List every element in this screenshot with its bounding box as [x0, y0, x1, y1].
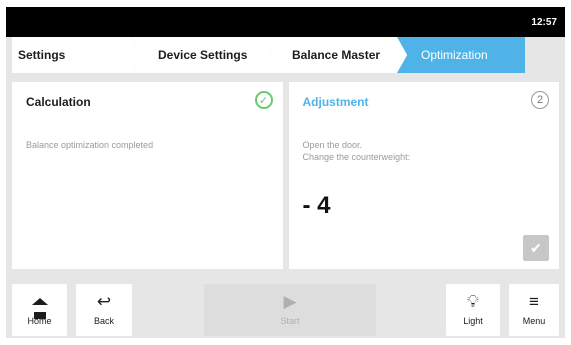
adjustment-instructions: Open the door. Change the counterweight:	[303, 139, 411, 163]
breadcrumb-optimization: Optimization	[397, 37, 525, 73]
breadcrumb-balance-master[interactable]: Balance Master	[262, 37, 407, 73]
calculation-message: Balance optimization completed	[26, 140, 154, 150]
back-arrow-icon: ↩	[96, 292, 112, 311]
lightbulb-icon: 💡︎	[467, 292, 479, 311]
instruction-line-2: Change the counterweight:	[302, 152, 411, 162]
clock: 12:57	[531, 16, 557, 28]
breadcrumb-settings[interactable]: Settings	[12, 37, 142, 73]
back-label: Back	[93, 316, 114, 326]
instruction-line-1: Open the door.	[302, 140, 363, 150]
home-label: Home	[27, 316, 52, 326]
adjustment-card: Adjustment 2 Open the door. Change the c…	[288, 82, 559, 269]
home-button[interactable]: Home	[12, 284, 67, 336]
back-button[interactable]: ↩ Back	[76, 284, 132, 336]
start-label: Start	[280, 316, 300, 326]
confirm-button[interactable]: ✔	[523, 235, 549, 261]
breadcrumb-device-settings[interactable]: Device Settings	[132, 37, 272, 73]
adjustment-title: Adjustment	[302, 95, 369, 109]
calculation-card: Calculation ✓ Balance optimization compl…	[12, 82, 283, 269]
check-icon: ✔	[530, 239, 542, 256]
home-icon	[12, 292, 67, 319]
calculation-title: Calculation	[26, 95, 91, 109]
counterweight-value: - 4	[302, 192, 331, 219]
breadcrumb: Settings Device Settings Balance Master …	[12, 37, 559, 75]
play-icon: ▶	[283, 292, 297, 311]
light-button[interactable]: 💡︎ Light	[446, 284, 500, 336]
step-cards: Calculation ✓ Balance optimization compl…	[12, 82, 559, 269]
menu-label: Menu	[522, 316, 546, 326]
status-bar: 12:57	[6, 7, 565, 37]
light-label: Light	[463, 316, 483, 326]
step-number-icon: 2	[531, 91, 549, 109]
start-button[interactable]: ▶ Start	[204, 284, 376, 336]
bottom-bar: Home ↩ Back ▶ Start 💡︎ Light ≡ Menu	[6, 276, 565, 338]
check-circle-icon: ✓	[254, 91, 273, 109]
hamburger-menu-icon: ≡	[529, 292, 539, 311]
device-screen: 12:57 Settings Device Settings Balance M…	[6, 7, 565, 338]
menu-button[interactable]: ≡ Menu	[509, 284, 559, 336]
